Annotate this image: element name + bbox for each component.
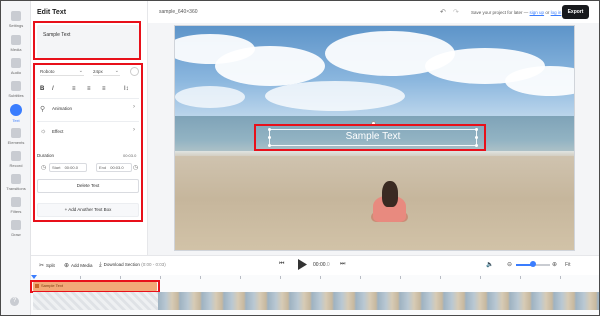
screenshot-border bbox=[0, 0, 600, 316]
